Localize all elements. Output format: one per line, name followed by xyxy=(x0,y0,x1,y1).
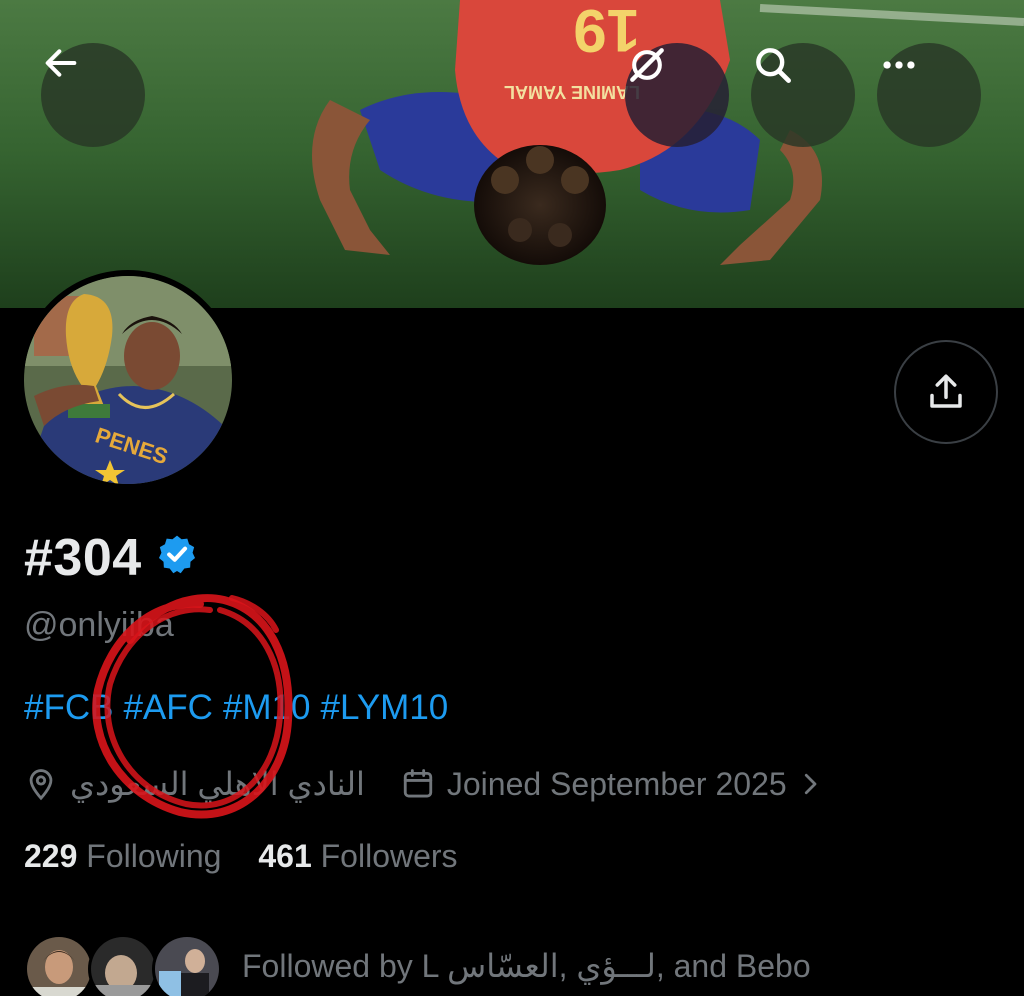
avatar-photo: PENES xyxy=(24,276,232,484)
avatar xyxy=(88,934,158,996)
followers-link[interactable]: 461 Followers xyxy=(258,838,457,874)
profile-banner[interactable]: 19 LAMINE YAMAL xyxy=(0,0,1024,308)
location-pin-icon xyxy=(29,769,53,801)
grok-icon xyxy=(630,48,664,82)
following-count: 229 xyxy=(24,838,78,874)
jersey-name: LAMINE YAMAL xyxy=(504,82,640,102)
user-handle: @onlyiiba xyxy=(24,606,174,644)
profile-page: 19 LAMINE YAMAL PENES #304 @onlyiiba #FC… xyxy=(0,0,1024,996)
followers-count: 461 xyxy=(258,838,312,874)
followers-you-know-avatars xyxy=(24,928,224,996)
joined-date[interactable]: Joined September 2025 xyxy=(401,766,837,803)
display-name: #304 xyxy=(24,529,142,587)
location: النادي الاهلي السعودي xyxy=(24,765,365,803)
more-horizontal-icon xyxy=(883,61,915,69)
share-icon xyxy=(930,374,962,408)
avatar xyxy=(24,934,94,996)
followers-label: Followers xyxy=(320,838,458,874)
avatar xyxy=(152,934,222,996)
following-link[interactable]: 229 Following xyxy=(24,838,221,874)
profile-meta: النادي الاهلي السعودي Joined September 2… xyxy=(24,760,873,808)
profile-avatar[interactable]: PENES xyxy=(18,270,238,490)
hashtag-link[interactable]: #M10 xyxy=(223,688,311,727)
location-text: النادي الاهلي السعودي xyxy=(70,766,365,802)
followed-by-text: Followed by L ‎العسّاس‎, ‎لـــؤي‎, and B… xyxy=(242,948,811,984)
calendar-icon xyxy=(403,769,433,798)
back-button[interactable] xyxy=(41,43,145,147)
hashtag-link[interactable]: #FCB xyxy=(24,688,113,727)
chevron-right-icon xyxy=(804,773,817,795)
joined-text: Joined September 2025 xyxy=(446,765,787,802)
arrow-left-icon xyxy=(45,49,77,77)
followed-by[interactable]: Followed by L ‎العسّاس‎, ‎لـــؤي‎, and B… xyxy=(24,928,811,996)
share-button[interactable] xyxy=(894,340,998,444)
display-name-row: #304 xyxy=(24,528,198,588)
more-options-button[interactable] xyxy=(877,43,981,147)
search-icon xyxy=(756,48,791,83)
verified-badge-icon[interactable] xyxy=(156,528,198,588)
hashtag-link[interactable]: #LYM10 xyxy=(321,688,449,727)
following-label: Following xyxy=(86,838,222,874)
search-button[interactable] xyxy=(751,43,855,147)
hashtag-link[interactable]: #AFC xyxy=(123,688,212,727)
follow-stats: 229 Following 461 Followers xyxy=(24,838,486,875)
banner-photo: 19 LAMINE YAMAL xyxy=(0,0,1024,308)
grok-button[interactable] xyxy=(625,43,729,147)
bio: #FCB #AFC #M10 #LYM10 xyxy=(24,688,458,728)
